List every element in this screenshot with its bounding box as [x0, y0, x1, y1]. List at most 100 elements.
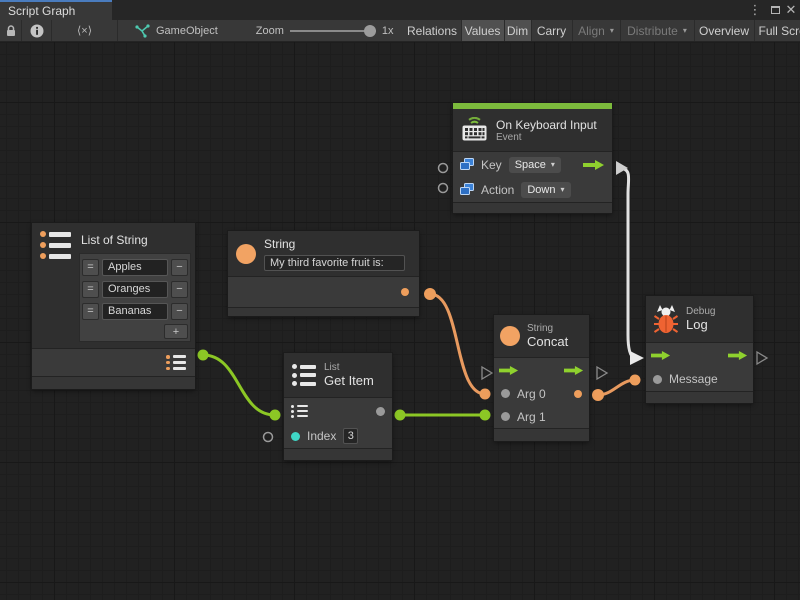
- node-footer: [494, 428, 589, 441]
- string-value-field[interactable]: My third favorite fruit is:: [264, 255, 405, 271]
- string-output-port[interactable]: [401, 288, 409, 296]
- flow-out-arrow-icon[interactable]: [728, 350, 748, 361]
- graph-owner[interactable]: GameObject: [134, 20, 218, 41]
- node-on-keyboard-input[interactable]: On Keyboard Input Event Key Space ▾: [453, 103, 612, 213]
- wire-string-to-concat[interactable]: [430, 294, 485, 394]
- distribute-menu[interactable]: Distribute ▾: [621, 20, 695, 41]
- hotkey-icon: [460, 158, 474, 171]
- remove-item-button[interactable]: −: [171, 303, 188, 320]
- action-port-label: Action: [481, 183, 514, 197]
- chevron-down-icon: ▾: [560, 185, 564, 194]
- concat-flow-out-triangle-icon[interactable]: [597, 367, 607, 379]
- list-input-port-icon[interactable]: [291, 405, 308, 418]
- carry-toggle[interactable]: Carry: [532, 20, 573, 41]
- node-footer: [453, 202, 612, 213]
- arg0-input-port[interactable]: [501, 389, 510, 398]
- wire-keyboard-to-log[interactable]: [620, 168, 634, 358]
- flow-wire-start-arrow-icon: [616, 161, 628, 175]
- wire-endpoint: [198, 350, 209, 361]
- key-port-circle[interactable]: [439, 164, 448, 173]
- drag-handle[interactable]: =: [82, 281, 99, 298]
- flow-in-arrow-icon[interactable]: [499, 365, 519, 376]
- string-type-icon: [500, 326, 520, 346]
- inspect-button[interactable]: [22, 20, 52, 41]
- node-title: List of String: [81, 233, 191, 247]
- wire-list-to-getitem[interactable]: [203, 355, 275, 415]
- list-item-field[interactable]: Apples: [102, 259, 168, 276]
- graph-canvas[interactable]: On Keyboard Input Event Key Space ▾: [0, 42, 800, 600]
- log-flow-out-triangle-icon[interactable]: [757, 352, 767, 364]
- zoom-slider[interactable]: [290, 20, 376, 42]
- overview-button[interactable]: Overview: [695, 20, 755, 41]
- result-output-port[interactable]: [574, 390, 582, 398]
- fullscreen-button[interactable]: Full Scre: [755, 20, 800, 41]
- wire-endpoint: [395, 410, 406, 421]
- dim-toggle[interactable]: Dim: [505, 20, 532, 41]
- add-item-button[interactable]: +: [164, 324, 188, 339]
- key-port-label: Key: [481, 158, 502, 172]
- list-editor: = Apples − = Oranges − = Bananas −: [79, 253, 191, 342]
- tab-bar: Script Graph ⋮ ✕: [0, 0, 800, 20]
- node-title: Concat: [527, 334, 568, 349]
- flow-wire-end-arrow-icon: [630, 351, 644, 365]
- list-item-row: = Bananas −: [82, 300, 188, 322]
- node-title: Log: [686, 317, 715, 332]
- relations-toggle[interactable]: Relations: [404, 20, 462, 41]
- chevron-down-icon: ▾: [683, 26, 687, 35]
- flow-out-arrow-icon[interactable]: [564, 365, 584, 376]
- action-port-circle[interactable]: [439, 184, 448, 193]
- list-item-field[interactable]: Bananas: [102, 303, 168, 320]
- flow-in-arrow-icon[interactable]: [651, 350, 671, 361]
- drag-handle[interactable]: =: [82, 259, 99, 276]
- script-graph-window: Script Graph ⋮ ✕ ⟨×⟩: [0, 0, 800, 600]
- flow-out-arrow-icon[interactable]: [583, 159, 605, 171]
- node-get-item[interactable]: List Get Item Index 3: [284, 353, 392, 460]
- hotkey-icon: [460, 183, 474, 196]
- zoom-slider-handle[interactable]: [364, 25, 376, 37]
- arg1-input-port[interactable]: [501, 412, 510, 421]
- kebab-menu-icon[interactable]: ⋮: [748, 1, 762, 19]
- key-dropdown[interactable]: Space ▾: [509, 157, 561, 173]
- script-graph-icon: [134, 24, 150, 38]
- wire-endpoint: [630, 375, 641, 386]
- item-output-port[interactable]: [376, 407, 385, 416]
- zoom-label: Zoom: [256, 20, 284, 41]
- node-title: On Keyboard Input: [496, 118, 597, 132]
- drag-handle[interactable]: =: [82, 303, 99, 320]
- node-debug-log[interactable]: Debug Log Message: [646, 296, 753, 403]
- lock-button[interactable]: [0, 20, 22, 41]
- wire-endpoint: [270, 410, 281, 421]
- remove-item-button[interactable]: −: [171, 259, 188, 276]
- list-item-field[interactable]: Oranges: [102, 281, 168, 298]
- concat-flow-in-triangle-icon[interactable]: [482, 367, 492, 379]
- action-dropdown[interactable]: Down ▾: [521, 182, 570, 198]
- index-port-circle[interactable]: [264, 433, 273, 442]
- arg1-label: Arg 1: [517, 410, 546, 424]
- bug-icon: [654, 303, 678, 335]
- maximize-icon[interactable]: [767, 1, 783, 19]
- values-toggle[interactable]: Values: [462, 20, 505, 41]
- node-category: Debug: [686, 306, 715, 317]
- align-menu[interactable]: Align ▾: [573, 20, 621, 41]
- index-value-field[interactable]: 3: [343, 428, 358, 444]
- node-concat[interactable]: String Concat Arg 0: [494, 315, 589, 441]
- edit-script-button[interactable]: ⟨×⟩: [52, 20, 118, 41]
- string-type-icon: [236, 244, 256, 264]
- tab-script-graph[interactable]: Script Graph: [0, 0, 112, 20]
- node-title: Get Item: [324, 373, 374, 388]
- node-string-literal[interactable]: String My third favorite fruit is:: [228, 231, 419, 316]
- node-footer: [646, 391, 753, 403]
- remove-item-button[interactable]: −: [171, 281, 188, 298]
- chevron-down-icon: ▾: [610, 26, 614, 35]
- list-output-port-icon[interactable]: [166, 355, 186, 370]
- message-input-port[interactable]: [653, 375, 662, 384]
- index-input-port[interactable]: [291, 432, 300, 441]
- close-icon[interactable]: ✕: [784, 1, 798, 19]
- arg0-label: Arg 0: [517, 387, 546, 401]
- wire-endpoint: [480, 410, 491, 421]
- wire-endpoint: [592, 389, 604, 401]
- node-list-of-string[interactable]: List of String = Apples − = Oranges −: [32, 223, 195, 389]
- keyboard-icon: [461, 117, 488, 143]
- list-item-row: = Oranges −: [82, 278, 188, 300]
- chevron-down-icon: ▾: [551, 160, 555, 169]
